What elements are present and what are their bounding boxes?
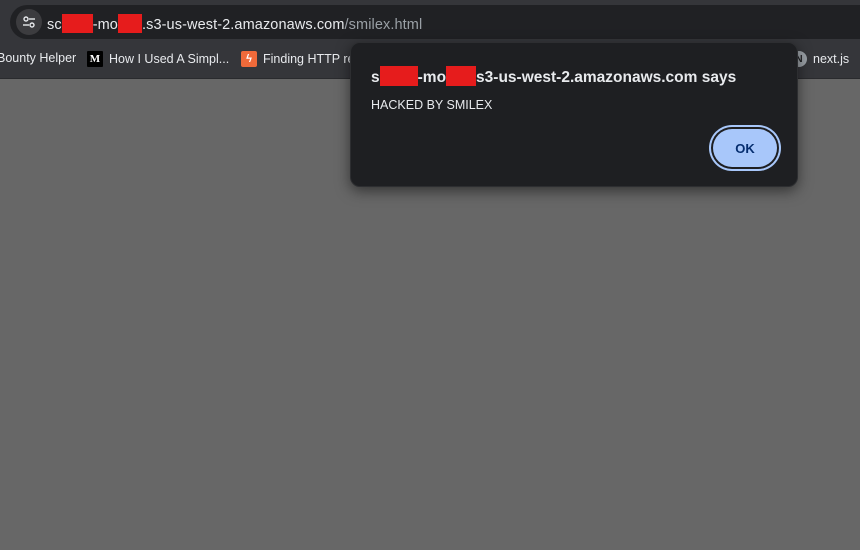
redaction-box — [446, 66, 477, 86]
title-part-3: s3-us-west-2.amazonaws.com says — [476, 69, 737, 86]
bookmark-label: next.js — [813, 52, 850, 66]
bookmark-label: Bounty Helper — [0, 51, 77, 65]
bookmark-finding-http[interactable]: ϟ Finding HTTP re — [241, 51, 354, 67]
medium-icon: M — [87, 51, 103, 67]
spark-icon: ϟ — [241, 51, 257, 67]
bookmark-nextjs[interactable]: N next.js — [791, 51, 849, 67]
url-host: .s3-us-west-2.amazonaws.com — [141, 17, 345, 33]
dialog-title: s -mo s3-us-west-2.amazonaws.com says — [371, 66, 736, 87]
tune-icon — [23, 16, 35, 28]
redaction-box — [117, 14, 142, 33]
redaction-box — [61, 14, 93, 33]
bookmark-label: How I Used A Simpl... — [109, 52, 230, 66]
url-part-1: sc — [47, 17, 62, 33]
alert-dialog: s -mo s3-us-west-2.amazonaws.com says HACK… — [350, 42, 798, 187]
site-info-button[interactable] — [16, 9, 42, 35]
address-bar[interactable]: sc -mo .s3-us-west-2.amazonaws.com/smilex.… — [10, 5, 860, 39]
url-part-2: -mo — [92, 17, 118, 33]
ok-button[interactable]: OK — [713, 129, 777, 167]
bookmark-label: Finding HTTP re — [263, 52, 355, 66]
dialog-message: HACKED BY SMILEX — [371, 98, 493, 112]
url-path: /smilex.html — [344, 17, 423, 33]
title-part-2: -mo — [417, 69, 447, 86]
title-part-1: s — [371, 69, 380, 86]
url-text[interactable]: sc -mo .s3-us-west-2.amazonaws.com/smilex.… — [47, 14, 422, 33]
bookmark-how-i-used[interactable]: M How I Used A Simpl... — [87, 51, 229, 67]
bookmark-bounty-helper[interactable]: Bounty Helper — [0, 51, 76, 65]
browser-toolbar: sc -mo .s3-us-west-2.amazonaws.com/smilex.… — [0, 0, 860, 43]
redaction-box — [379, 66, 418, 86]
